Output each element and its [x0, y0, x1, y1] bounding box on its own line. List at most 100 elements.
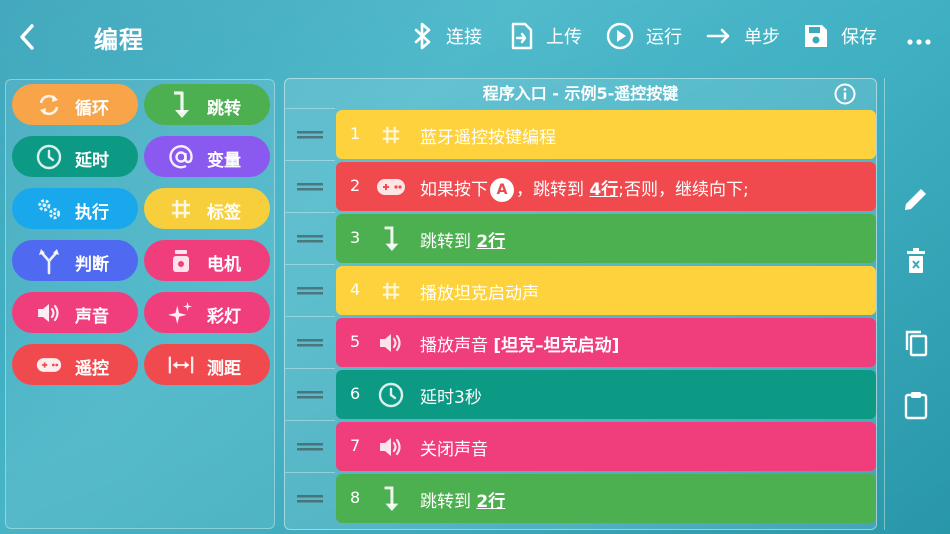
palette-item-execute[interactable]: 执行 [12, 188, 138, 229]
program-row[interactable]: 8 跳转到 2行 [336, 474, 876, 523]
button-a-badge: A [490, 178, 514, 202]
speaker-icon [376, 432, 406, 462]
palette-label: 遥控 [75, 359, 109, 379]
sound-name: [坦克–坦克启动] [493, 336, 620, 356]
motor-icon [168, 248, 194, 274]
palette-label: 循环 [75, 99, 109, 119]
drag-handle[interactable] [285, 160, 335, 212]
clipboard-icon [904, 392, 928, 420]
copy-button[interactable] [899, 326, 933, 360]
at-sign-icon [168, 144, 194, 170]
row-number: 1 [350, 124, 361, 143]
row-number: 4 [350, 280, 361, 299]
gamepad-icon [36, 352, 62, 378]
row-text: 关闭声音 [420, 440, 488, 460]
sparkle-icon [168, 300, 194, 326]
save-label: 保存 [841, 27, 877, 48]
row-text: 延时3秒 [420, 388, 482, 408]
connect-label: 连接 [446, 27, 482, 48]
palette-item-label[interactable]: 标签 [144, 188, 270, 229]
palette-item-distance[interactable]: 测距 [144, 344, 270, 385]
palette-label: 执行 [75, 203, 109, 223]
paste-button[interactable] [899, 388, 933, 422]
palette-item-motor[interactable]: 电机 [144, 240, 270, 281]
palette-item-remote[interactable]: 遥控 [12, 344, 138, 385]
palette-item-delay[interactable]: 延时 [12, 136, 138, 177]
program-row[interactable]: 2 如果按下 A ，跳转到 4行;否则，继续向下; [336, 162, 876, 211]
palette-item-lights[interactable]: 彩灯 [144, 292, 270, 333]
row-text: 播放声音 [坦克–坦克启动] [420, 331, 619, 356]
program-title: 程序入口 - 示例5-遥控按键 [482, 84, 679, 103]
palette-item-loop[interactable]: 循环 [12, 84, 138, 125]
row-text-middle: ，跳转到 [516, 180, 590, 200]
row-number: 2 [350, 176, 361, 195]
connect-button[interactable]: 连接 [412, 20, 482, 52]
program-row[interactable]: 7 关闭声音 [336, 422, 876, 471]
trash-icon [907, 248, 925, 273]
more-button[interactable] [906, 26, 944, 58]
drag-lines-icon [297, 442, 323, 450]
step-label: 单步 [744, 27, 780, 48]
arrow-right-icon [706, 28, 730, 44]
row-text: 蓝牙遥控按键编程 [420, 128, 556, 148]
drag-lines-icon [297, 130, 323, 138]
row-text-prefix: 跳转到 [420, 492, 477, 512]
row-text-prefix: 如果按下 [420, 180, 488, 200]
drag-handle[interactable] [285, 368, 335, 420]
palette-label: 判断 [75, 255, 109, 275]
row-target-link[interactable]: 2行 [476, 232, 505, 252]
hash-icon [376, 276, 406, 306]
row-number: 6 [350, 384, 361, 403]
delete-button[interactable] [899, 244, 933, 278]
edit-button[interactable] [899, 182, 933, 216]
row-number: 3 [350, 228, 361, 247]
palette-label: 延时 [75, 151, 109, 171]
palette-label: 跳转 [207, 99, 241, 119]
drag-handle[interactable] [285, 472, 335, 524]
row-target-link[interactable]: 4行 [589, 180, 618, 200]
upload-file-icon [511, 22, 533, 50]
program-row[interactable]: 6 延时3秒 [336, 370, 876, 419]
run-button[interactable]: 运行 [606, 20, 682, 52]
run-label: 运行 [646, 27, 682, 48]
back-button[interactable] [14, 22, 42, 52]
drag-lines-icon [297, 494, 323, 502]
save-button[interactable]: 保存 [803, 20, 877, 52]
bluetooth-icon [414, 22, 431, 50]
app-header: 编程 连接 上传 运行 单步 保存 [0, 0, 950, 72]
clock-icon [36, 144, 62, 170]
drag-handle-column [285, 108, 335, 529]
row-target-link[interactable]: 2行 [476, 492, 505, 512]
palette-item-sound[interactable]: 声音 [12, 292, 138, 333]
drag-handle[interactable] [285, 212, 335, 264]
palette-label: 标签 [207, 203, 241, 223]
program-row[interactable]: 3 跳转到 2行 [336, 214, 876, 263]
drag-handle[interactable] [285, 108, 335, 160]
program-row[interactable]: 4 播放坦克启动声 [336, 266, 876, 315]
drag-handle[interactable] [285, 264, 335, 316]
hash-icon [376, 120, 406, 150]
jump-down-arrow-icon [376, 224, 406, 254]
drag-handle[interactable] [285, 316, 335, 368]
program-row[interactable]: 1 蓝牙遥控按键编程 [336, 110, 876, 159]
program-panel: 程序入口 - 示例5-遥控按键 1 蓝牙遥控按键编程 2 如果按下 A ，跳转到 4… [284, 78, 877, 530]
palette-label: 声音 [75, 307, 109, 327]
program-row[interactable]: 5 播放声音 [坦克–坦克启动] [336, 318, 876, 367]
upload-button[interactable]: 上传 [510, 20, 582, 52]
row-text-prefix: 播放声音 [420, 336, 494, 356]
info-icon[interactable] [834, 83, 856, 105]
palette-item-condition[interactable]: 判断 [12, 240, 138, 281]
drag-lines-icon [297, 234, 323, 242]
row-text: 跳转到 2行 [420, 227, 505, 252]
row-number: 5 [350, 332, 361, 351]
fork-icon [36, 248, 62, 275]
palette-item-jump[interactable]: 跳转 [144, 84, 270, 125]
row-number: 7 [350, 436, 361, 455]
palette-item-variable[interactable]: 变量 [144, 136, 270, 177]
step-button[interactable]: 单步 [706, 20, 780, 52]
drag-lines-icon [297, 286, 323, 294]
drag-handle[interactable] [285, 420, 335, 472]
gears-icon [36, 196, 62, 222]
upload-label: 上传 [546, 27, 582, 48]
row-text: 跳转到 2行 [420, 487, 505, 512]
